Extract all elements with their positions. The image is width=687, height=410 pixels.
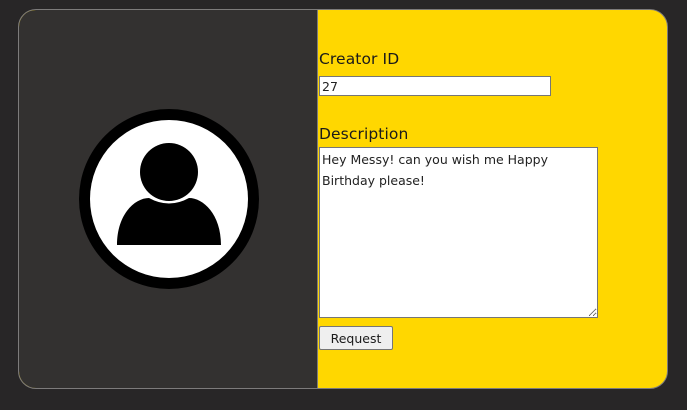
avatar-panel bbox=[19, 10, 318, 388]
creator-id-input[interactable] bbox=[319, 76, 551, 96]
request-card: Creator ID Description Hey Messy! can yo… bbox=[18, 9, 668, 389]
request-form: Creator ID Description Hey Messy! can yo… bbox=[319, 10, 667, 388]
description-label: Description bbox=[319, 125, 409, 143]
request-button[interactable]: Request bbox=[319, 326, 393, 350]
creator-id-label: Creator ID bbox=[319, 50, 400, 68]
user-avatar-icon bbox=[79, 109, 259, 289]
description-textarea[interactable]: Hey Messy! can you wish me Happy Birthda… bbox=[319, 147, 598, 318]
